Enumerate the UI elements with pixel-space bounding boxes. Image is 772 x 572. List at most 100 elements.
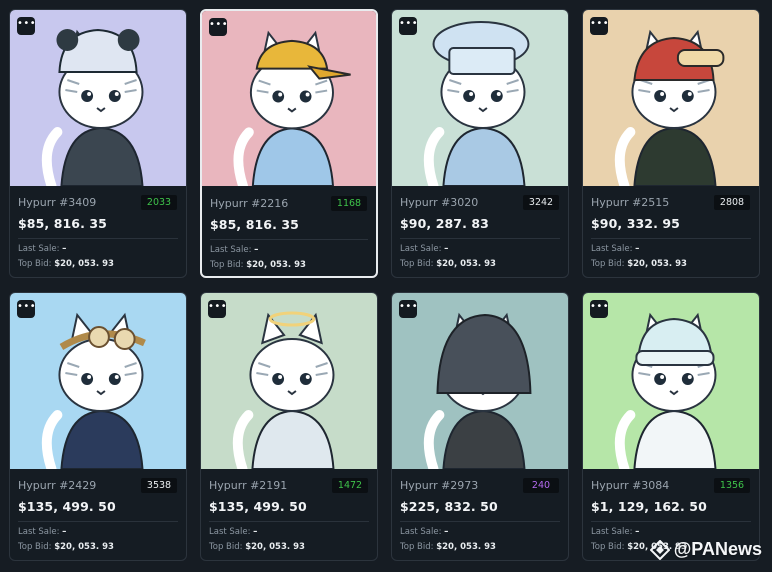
rarity-rank-badge: 240 [523, 478, 559, 493]
last-sale-value: – [444, 244, 449, 254]
card-info: Hypurr #2973 240 $225, 832. 50 Last Sale: –… [392, 469, 568, 560]
top-bid-value: $20, 053. 93 [436, 542, 496, 552]
top-bid-row: Top Bid: $20, 053. 93 [591, 259, 687, 269]
last-sale-value: – [62, 527, 67, 537]
nft-card[interactable]: ••• Hypurr #3409 2033 $85, 816. 35 Last Sale… [9, 9, 187, 278]
nft-price: $90, 332. 95 [591, 216, 680, 231]
top-bid-label: Top Bid: [18, 542, 52, 552]
rarity-rank-badge: 3242 [523, 195, 559, 210]
more-options-button[interactable]: ••• [17, 300, 36, 318]
last-sale-value: – [635, 244, 640, 254]
nft-image[interactable] [392, 10, 568, 186]
top-bid-label: Top Bid: [18, 259, 52, 269]
nft-image[interactable] [10, 293, 186, 469]
more-options-button[interactable]: ••• [399, 300, 418, 318]
more-options-button[interactable]: ••• [590, 17, 609, 35]
more-options-button[interactable]: ••• [208, 300, 227, 318]
nft-price: $225, 832. 50 [400, 499, 498, 514]
divider [18, 238, 178, 239]
nft-price: $135, 499. 50 [18, 499, 116, 514]
more-options-button[interactable]: ••• [399, 17, 418, 35]
top-bid-label: Top Bid: [210, 260, 244, 270]
last-sale-row: Last Sale: – [209, 527, 257, 537]
last-sale-value: – [253, 527, 258, 537]
top-bid-value: $20, 053. 93 [54, 259, 114, 269]
nft-image[interactable] [202, 11, 376, 186]
nft-price: $85, 816. 35 [210, 217, 299, 232]
last-sale-row: Last Sale: – [18, 244, 66, 254]
watermark: @PANews [649, 539, 762, 560]
more-options-button[interactable]: ••• [209, 18, 228, 36]
divider [209, 521, 369, 522]
rarity-rank-badge: 1356 [714, 478, 750, 493]
last-sale-label: Last Sale: [18, 244, 60, 254]
last-sale-value: – [444, 527, 449, 537]
watermark-text: @PANews [673, 539, 762, 559]
panews-logo-icon [649, 539, 670, 560]
nft-card[interactable]: ••• Hypurr #3084 1356 $1, 129, 162. 50 Last … [582, 292, 760, 561]
last-sale-label: Last Sale: [400, 527, 442, 537]
rarity-rank-badge: 1168 [331, 196, 367, 211]
top-bid-row: Top Bid: $20, 053. 93 [18, 542, 114, 552]
nft-price: $90, 287. 83 [400, 216, 489, 231]
top-bid-value: $20, 053. 93 [246, 260, 306, 270]
last-sale-label: Last Sale: [591, 527, 633, 537]
last-sale-row: Last Sale: – [591, 527, 639, 537]
nft-image[interactable] [583, 293, 759, 469]
last-sale-label: Last Sale: [591, 244, 633, 254]
last-sale-row: Last Sale: – [591, 244, 639, 254]
nft-name: Hypurr #3020 [400, 196, 479, 209]
rarity-rank-badge: 2808 [714, 195, 750, 210]
card-info: Hypurr #2515 2808 $90, 332. 95 Last Sale: –… [583, 186, 759, 277]
more-options-button[interactable]: ••• [17, 17, 36, 35]
nft-name: Hypurr #3084 [591, 479, 670, 492]
card-info: Hypurr #3020 3242 $90, 287. 83 Last Sale: –… [392, 186, 568, 277]
top-bid-value: $20, 053. 93 [245, 542, 305, 552]
nft-card[interactable]: ••• Hypurr #2191 1472 $135, 499. 50 Last Sal… [200, 292, 378, 561]
card-info: Hypurr #2429 3538 $135, 499. 50 Last Sale: … [10, 469, 186, 560]
card-info: Hypurr #2216 1168 $85, 816. 35 Last Sale: –… [202, 187, 376, 276]
last-sale-value: – [635, 527, 640, 537]
last-sale-label: Last Sale: [209, 527, 251, 537]
nft-grid: ••• Hypurr #3409 2033 $85, 816. 35 Last Sale… [9, 9, 760, 561]
nft-name: Hypurr #2216 [210, 197, 289, 210]
rarity-rank-badge: 3538 [141, 478, 177, 493]
nft-name: Hypurr #2429 [18, 479, 97, 492]
last-sale-value: – [254, 245, 259, 255]
nft-image[interactable] [583, 10, 759, 186]
top-bid-value: $20, 053. 93 [54, 542, 114, 552]
more-options-button[interactable]: ••• [590, 300, 609, 318]
nft-card[interactable]: ••• Hypurr #3020 3242 $90, 287. 83 Last Sale… [391, 9, 569, 278]
last-sale-value: – [62, 244, 67, 254]
top-bid-label: Top Bid: [400, 259, 434, 269]
top-bid-row: Top Bid: $20, 053. 93 [18, 259, 114, 269]
nft-name: Hypurr #2515 [591, 196, 670, 209]
divider [591, 521, 751, 522]
top-bid-row: Top Bid: $20, 053. 93 [400, 542, 496, 552]
nft-name: Hypurr #2973 [400, 479, 479, 492]
nft-card[interactable]: ••• Hypurr #2973 240 $225, 832. 50 Last Sale… [391, 292, 569, 561]
nft-price: $85, 816. 35 [18, 216, 107, 231]
nft-name: Hypurr #2191 [209, 479, 288, 492]
divider [210, 239, 368, 240]
nft-card[interactable]: ••• Hypurr #2216 1168 $85, 816. 35 Last Sale… [200, 9, 378, 278]
nft-card[interactable]: ••• Hypurr #2515 2808 $90, 332. 95 Last Sale… [582, 9, 760, 278]
top-bid-value: $20, 053. 93 [627, 259, 687, 269]
card-info: Hypurr #3409 2033 $85, 816. 35 Last Sale: –… [10, 186, 186, 277]
nft-price: $1, 129, 162. 50 [591, 499, 707, 514]
nft-card[interactable]: ••• Hypurr #2429 3538 $135, 499. 50 Last Sal… [9, 292, 187, 561]
divider [400, 521, 560, 522]
divider [591, 238, 751, 239]
nft-image[interactable] [10, 10, 186, 186]
nft-image[interactable] [201, 293, 377, 469]
last-sale-label: Last Sale: [210, 245, 252, 255]
nft-price: $135, 499. 50 [209, 499, 307, 514]
nft-image[interactable] [392, 293, 568, 469]
last-sale-row: Last Sale: – [210, 245, 258, 255]
card-info: Hypurr #2191 1472 $135, 499. 50 Last Sale: … [201, 469, 377, 560]
last-sale-label: Last Sale: [400, 244, 442, 254]
top-bid-label: Top Bid: [591, 259, 625, 269]
top-bid-label: Top Bid: [591, 542, 625, 552]
top-bid-label: Top Bid: [400, 542, 434, 552]
top-bid-label: Top Bid: [209, 542, 243, 552]
